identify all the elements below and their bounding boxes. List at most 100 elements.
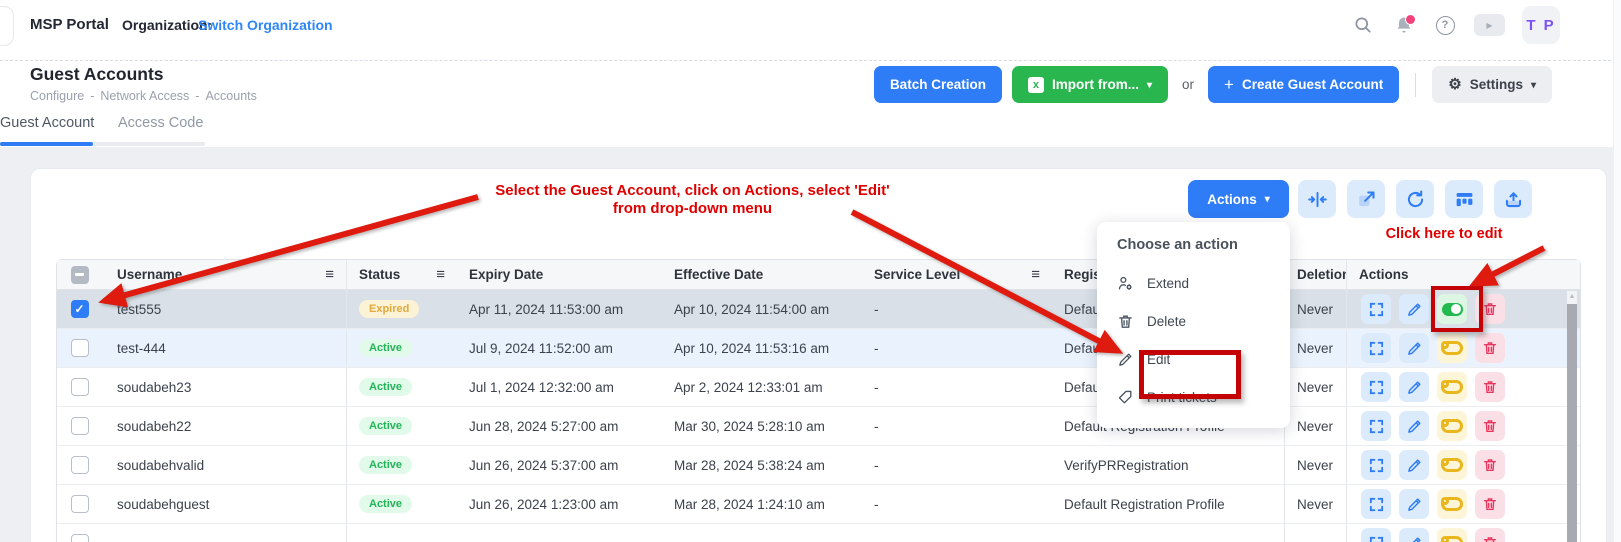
video-tour-icon[interactable]: ▶	[1474, 14, 1505, 36]
username-cell	[102, 524, 347, 542]
annotation-box-edit-menu-item	[1139, 350, 1241, 399]
column-menu-icon[interactable]: ≡	[1031, 266, 1040, 283]
expand-row-icon[interactable]	[1361, 294, 1391, 324]
delete-row-icon[interactable]	[1475, 489, 1505, 519]
username-cell: test555	[102, 290, 347, 328]
expiry-cell	[457, 524, 662, 542]
delete-row-icon[interactable]	[1475, 411, 1505, 441]
export-open-icon[interactable]	[1347, 180, 1385, 218]
column-menu-icon[interactable]: ≡	[325, 266, 334, 283]
expand-row-icon[interactable]	[1361, 411, 1391, 441]
delete-row-icon[interactable]	[1475, 450, 1505, 480]
delete-row-icon[interactable]	[1475, 333, 1505, 363]
toggle-disabled-icon[interactable]	[1437, 333, 1467, 363]
row-checkbox[interactable]	[71, 495, 89, 513]
notification-badge	[1405, 14, 1416, 25]
col-header-service-level[interactable]: Service Level	[874, 267, 960, 282]
table-row[interactable]	[57, 524, 1580, 542]
collapsed-sidebar-toggle[interactable]	[0, 6, 14, 46]
avatar[interactable]: T P	[1522, 6, 1560, 44]
expand-row-icon[interactable]	[1361, 372, 1391, 402]
deletion-cell: Never	[1285, 485, 1347, 523]
row-checkbox[interactable]: ✓	[71, 300, 89, 318]
app-brand: MSP Portal	[30, 16, 109, 33]
table-scrollbar[interactable]: ▲	[1567, 291, 1577, 542]
scrollbar-thumb[interactable]	[1567, 304, 1577, 542]
col-header-effective[interactable]: Effective Date	[662, 260, 862, 289]
tab-guest-account[interactable]: Guest Account	[0, 115, 94, 131]
table-row[interactable]: test-444 Active Jul 9, 2024 11:52:00 am …	[57, 329, 1580, 368]
ticket-tag-icon	[1117, 389, 1134, 406]
breadcrumb-item[interactable]: Accounts	[205, 89, 256, 103]
guest-accounts-table: Username ≡ Status ≡ Expiry Date Effective …	[56, 259, 1581, 542]
expand-row-icon[interactable]	[1361, 489, 1391, 519]
expand-row-icon[interactable]	[1361, 333, 1391, 363]
settings-button[interactable]: ⚙ Settings ▾	[1432, 66, 1552, 103]
menu-item-delete[interactable]: Delete	[1097, 302, 1290, 340]
table-row[interactable]: soudabehvalid Active Jun 26, 2024 5:37:0…	[57, 446, 1580, 485]
upload-icon[interactable]	[1494, 180, 1532, 218]
effective-cell: Apr 10, 2024 11:54:00 am	[662, 290, 862, 328]
menu-item-extend[interactable]: Extend	[1097, 264, 1290, 302]
refresh-icon[interactable]	[1396, 180, 1434, 218]
dropdown-title: Choose an action	[1097, 237, 1290, 253]
page-title: Guest Accounts	[30, 64, 164, 85]
edit-row-icon[interactable]	[1399, 333, 1429, 363]
user-gear-icon	[1117, 275, 1134, 292]
batch-creation-button[interactable]: Batch Creation	[874, 66, 1002, 103]
edit-row-icon[interactable]	[1399, 528, 1429, 542]
breadcrumb-item[interactable]: Configure	[30, 89, 84, 103]
row-checkbox[interactable]	[71, 534, 89, 542]
edit-row-icon[interactable]	[1399, 489, 1429, 519]
table-row[interactable]: soudabeh23 Active Jul 1, 2024 12:32:00 a…	[57, 368, 1580, 407]
create-guest-account-button[interactable]: + Create Guest Account	[1208, 66, 1399, 103]
toggle-disabled-icon[interactable]	[1437, 528, 1467, 542]
collapse-columns-icon[interactable]	[1298, 180, 1336, 218]
effective-cell	[662, 524, 862, 542]
msp-portal-screen: MSP Portal Organization: Switch Organiza…	[0, 0, 1621, 542]
scroll-up-arrow-icon[interactable]: ▲	[1567, 291, 1577, 303]
toggle-disabled-icon[interactable]	[1437, 411, 1467, 441]
search-icon[interactable]	[1351, 13, 1375, 37]
col-header-deletion[interactable]: Deletion	[1285, 260, 1347, 289]
row-checkbox[interactable]	[71, 417, 89, 435]
column-menu-icon[interactable]: ≡	[436, 266, 445, 283]
expiry-cell: Jun 26, 2024 5:37:00 am	[457, 446, 662, 484]
columns-icon[interactable]	[1445, 180, 1483, 218]
row-checkbox[interactable]	[71, 456, 89, 474]
registration-cell: Default Registration Profile	[1052, 485, 1285, 523]
col-header-username[interactable]: Username	[117, 267, 182, 282]
table-row[interactable]: soudabeh22 Active Jun 28, 2024 5:27:00 a…	[57, 407, 1580, 446]
edit-row-icon[interactable]	[1399, 372, 1429, 402]
import-from-button[interactable]: x Import from... ▾	[1012, 66, 1168, 103]
edit-row-icon[interactable]	[1399, 450, 1429, 480]
expiry-cell: Apr 11, 2024 11:53:00 am	[457, 290, 662, 328]
switch-organization-link[interactable]: Switch Organization	[198, 17, 333, 33]
help-icon[interactable]: ?	[1433, 13, 1457, 37]
col-header-expiry[interactable]: Expiry Date	[457, 260, 662, 289]
tab-access-code[interactable]: Access Code	[118, 115, 203, 131]
annotation-click-here-to-edit: Click here to edit	[1358, 226, 1530, 242]
actions-button[interactable]: Actions ▾	[1188, 180, 1289, 218]
delete-row-icon[interactable]	[1475, 372, 1505, 402]
delete-row-icon[interactable]	[1475, 528, 1505, 542]
row-checkbox[interactable]	[71, 339, 89, 357]
table-row[interactable]: soudabehguest Active Jun 26, 2024 1:23:0…	[57, 485, 1580, 524]
page-scrollbar[interactable]	[1613, 0, 1621, 542]
edit-row-icon[interactable]	[1399, 411, 1429, 441]
edit-row-icon[interactable]	[1399, 294, 1429, 324]
expand-row-icon[interactable]	[1361, 528, 1391, 542]
breadcrumb-item[interactable]: Network Access	[100, 89, 189, 103]
row-checkbox[interactable]	[71, 378, 89, 396]
tab-bar: Guest Account Access Code	[0, 111, 1621, 147]
notifications-bell-icon[interactable]	[1392, 13, 1416, 37]
table-row[interactable]: ✓ test555 Expired Apr 11, 2024 11:53:00 …	[57, 290, 1580, 329]
expand-row-icon[interactable]	[1361, 450, 1391, 480]
toggle-disabled-icon[interactable]	[1437, 489, 1467, 519]
status-badge: Active	[359, 495, 412, 513]
col-header-status[interactable]: Status	[359, 267, 400, 282]
select-all-checkbox[interactable]	[71, 266, 89, 284]
toggle-disabled-icon[interactable]	[1437, 450, 1467, 480]
toggle-disabled-icon[interactable]	[1437, 372, 1467, 402]
service-level-cell: -	[862, 485, 1052, 523]
